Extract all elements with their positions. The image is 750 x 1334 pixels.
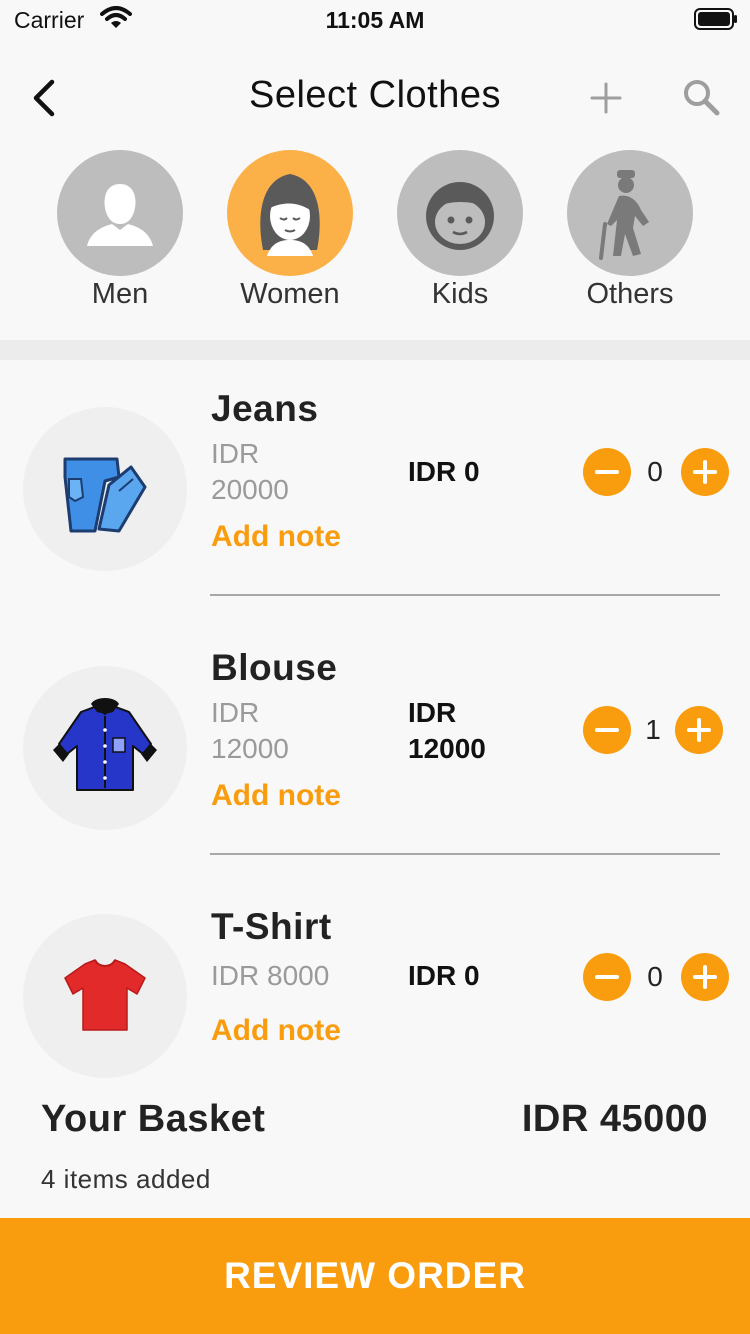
kid-icon: [397, 150, 523, 276]
item-subtotal: IDR 0: [408, 456, 480, 487]
item-unit-price: IDR 20000: [211, 438, 289, 505]
search-button[interactable]: [680, 76, 724, 120]
category-label: Men: [91, 278, 149, 310]
status-bar: Carrier 11:05 AM: [0, 0, 750, 44]
item-name: T-Shirt: [211, 906, 332, 947]
basket-item-count: 4 items added: [41, 1164, 211, 1194]
search-icon: [684, 80, 720, 116]
decrease-quantity-button[interactable]: [583, 953, 631, 1001]
clock: 11:05 AM: [325, 7, 425, 33]
elderly-icon: [567, 150, 693, 276]
add-note-link[interactable]: Add note: [211, 520, 341, 554]
battery-icon: [694, 8, 738, 30]
increase-quantity-button[interactable]: [681, 448, 729, 496]
increase-quantity-button[interactable]: [681, 953, 729, 1001]
basket-total: IDR 45000: [521, 1098, 708, 1140]
jeans-icon: [23, 407, 187, 571]
tshirt-icon: [23, 914, 187, 1078]
item-quantity: 1: [645, 714, 661, 745]
item-unit-price: IDR 8000: [211, 960, 330, 991]
item-unit-price: IDR 12000: [211, 697, 289, 764]
add-note-link[interactable]: Add note: [211, 1014, 341, 1048]
category-kids[interactable]: Kids: [375, 150, 545, 311]
category-men[interactable]: Men: [35, 150, 205, 311]
list-item: Jeans IDR 20000 Add note IDR 0 0: [0, 380, 750, 620]
item-subtotal: IDR 0: [408, 960, 480, 991]
add-button[interactable]: [586, 78, 626, 118]
category-women[interactable]: Women: [205, 150, 375, 311]
item-name: Blouse: [211, 647, 338, 688]
nav-header: Select Clothes: [0, 50, 750, 142]
page-title: Select Clothes: [248, 74, 501, 116]
category-label: Women: [240, 278, 340, 310]
category-label: Others: [586, 278, 674, 310]
decrease-quantity-button[interactable]: [583, 706, 631, 754]
plus-icon: [590, 82, 622, 114]
add-note-link[interactable]: Add note: [211, 779, 341, 813]
item-divider: [210, 594, 720, 596]
category-selector: Men Women Kids Others: [0, 150, 750, 320]
category-others[interactable]: Others: [545, 150, 715, 311]
review-order-button[interactable]: REVIEW ORDER: [0, 1218, 750, 1334]
increase-quantity-button[interactable]: [675, 706, 723, 754]
blouse-icon: [23, 666, 187, 830]
item-divider: [210, 853, 720, 855]
item-name: Jeans: [211, 388, 319, 429]
basket-title: Your Basket: [41, 1098, 266, 1140]
list-item: Blouse IDR 12000 Add note IDR 12000 1: [0, 639, 750, 879]
man-icon: [57, 150, 183, 276]
section-divider: [0, 340, 750, 360]
decrease-quantity-button[interactable]: [583, 448, 631, 496]
item-subtotal: IDR 12000: [408, 697, 486, 764]
item-quantity: 0: [647, 456, 663, 487]
woman-icon: [227, 150, 353, 276]
category-label: Kids: [431, 278, 489, 310]
item-quantity: 0: [647, 961, 663, 992]
